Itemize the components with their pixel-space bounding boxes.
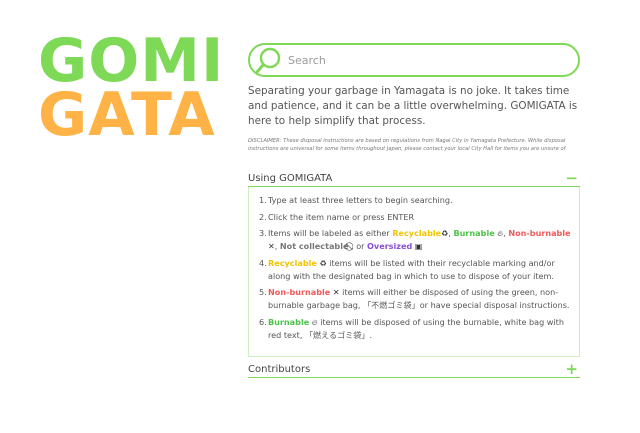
instruction-step-1: 1. Type at least three letters to begin … xyxy=(259,195,453,205)
cross-icon: ✕ xyxy=(268,242,275,251)
burnable-label: Burnable xyxy=(268,316,310,327)
instruction-step-4: 4. Recyclable ♻ items will be listed wit… xyxy=(259,257,555,281)
recycle-icon: ♻ xyxy=(319,258,327,268)
contributors-header[interactable]: Contributors + xyxy=(248,360,580,379)
divider xyxy=(248,377,580,378)
cross-icon: ✕ xyxy=(332,288,340,297)
instructions-panel: 1. Type at least three letters to begin … xyxy=(248,187,580,357)
nonburnable-label: Non-burnable xyxy=(508,228,571,238)
nonburnable-label: Non-burnable xyxy=(268,287,331,297)
box-icon: ▣ xyxy=(414,242,423,251)
search-bar[interactable] xyxy=(248,43,580,77)
instruction-step-5: 5. Non-burnable ✕ items will either be d… xyxy=(259,287,570,310)
contributors-title: Contributors xyxy=(248,364,311,375)
search-input[interactable] xyxy=(288,50,568,70)
instructions-list: 1. Type at least three letters to begin … xyxy=(259,194,575,345)
logo-line-2: GATA xyxy=(38,80,216,150)
recyclable-label: Recyclable xyxy=(392,228,442,238)
logo: GOMI GATA xyxy=(38,31,243,150)
expand-icon[interactable]: + xyxy=(565,360,578,378)
recyclable-label: Recyclable xyxy=(268,257,317,268)
using-gomigata-title: Using GOMIGATA xyxy=(248,173,333,184)
instruction-step-6: 6. Burnable 🔥︎ items will be disposed of… xyxy=(259,316,564,340)
collapse-icon[interactable]: − xyxy=(565,169,578,187)
instruction-step-3: 3. Items will be labeled as either Recyc… xyxy=(259,228,571,251)
burnable-label: Burnable xyxy=(453,228,495,238)
instruction-step-2: 2. Click the item name or press ENTER xyxy=(259,211,415,222)
search-icon[interactable] xyxy=(254,45,288,75)
using-gomigata-header[interactable]: Using GOMIGATA − xyxy=(248,169,580,188)
disclaimer-text: DISCLAIMER: These disposal instructions … xyxy=(248,138,568,152)
oversized-label: Oversized xyxy=(367,241,413,251)
intro-text: Separating your garbage in Yamagata is n… xyxy=(248,85,578,127)
not-collectable-label: Not collectable xyxy=(279,241,349,251)
